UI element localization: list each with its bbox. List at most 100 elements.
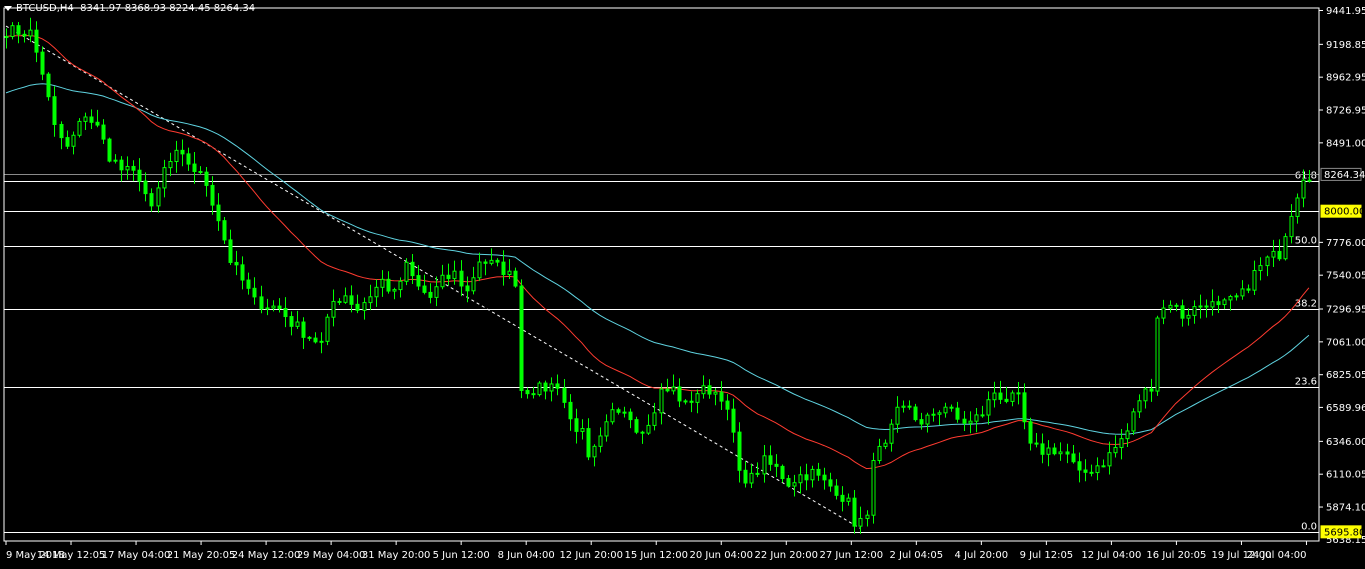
candle	[349, 285, 354, 313]
candle	[380, 270, 385, 297]
candle	[471, 266, 476, 295]
candle	[1040, 433, 1045, 464]
candle	[28, 17, 33, 43]
candle-body	[483, 261, 488, 264]
candle-body	[525, 389, 530, 395]
candle	[725, 394, 730, 421]
candle	[483, 259, 488, 276]
candle	[1071, 445, 1076, 464]
time-tick-label: 9 Jul 12:05	[1020, 550, 1074, 561]
candle	[101, 119, 106, 145]
candle	[131, 160, 136, 182]
candle-body	[598, 435, 603, 447]
candle	[40, 46, 45, 81]
time-tick-label: 16 Jul 20:05	[1146, 550, 1206, 561]
candle	[325, 313, 330, 346]
candle-body	[137, 169, 142, 182]
price-tag-5695-80: 5695.80	[1320, 525, 1365, 539]
time-tick-label: 21 May 20:05	[167, 550, 236, 561]
candle-body	[889, 423, 894, 444]
candle	[1252, 260, 1257, 295]
candle-body	[434, 286, 439, 298]
candle-body	[943, 406, 948, 414]
candle-body	[1301, 179, 1306, 199]
candle	[1246, 284, 1251, 294]
candle	[228, 229, 233, 266]
time-axis[interactable]: 9 May 201814 May 12:0517 May 04:0021 May…	[5, 541, 1307, 561]
candle-body	[768, 455, 773, 465]
candle	[355, 294, 360, 314]
candle	[277, 298, 282, 313]
candle-body	[780, 465, 785, 480]
candle-body	[180, 149, 185, 155]
candle	[549, 377, 554, 402]
candle-body	[695, 393, 700, 403]
candle	[592, 444, 597, 467]
candle-body	[1089, 471, 1094, 474]
candle	[586, 418, 591, 461]
candle-body	[313, 337, 318, 343]
candle-body	[289, 316, 294, 327]
candle	[913, 403, 918, 422]
candle-body	[925, 414, 930, 425]
candle-body	[846, 497, 851, 502]
candle	[689, 391, 694, 413]
candle	[622, 406, 627, 418]
candle-body	[1246, 288, 1251, 291]
candle-body	[1107, 452, 1112, 467]
candle	[774, 454, 779, 478]
candle-body	[865, 514, 870, 519]
candle	[1052, 443, 1057, 456]
candle-body	[804, 474, 809, 481]
candle-body	[1216, 301, 1221, 306]
fibonacci-levels: 0.0 23.6 38.2 50.0 61.8	[4, 171, 1319, 533]
candle-body	[495, 259, 500, 263]
candle	[1131, 408, 1136, 436]
candle-body	[95, 121, 100, 126]
candle-body	[22, 33, 27, 37]
candle	[537, 381, 542, 397]
candle	[719, 381, 724, 411]
candle	[77, 118, 82, 138]
candle-body	[852, 497, 857, 527]
candle	[404, 258, 409, 286]
candle-body	[628, 411, 633, 421]
candle-body	[307, 336, 312, 339]
candle-body	[65, 137, 70, 147]
candle-body	[277, 305, 282, 309]
candle-body	[659, 388, 664, 414]
candle-body	[240, 264, 245, 281]
candle-body	[1277, 250, 1282, 260]
candle	[780, 464, 785, 483]
candle-body	[1283, 236, 1288, 260]
candle-body	[34, 29, 39, 53]
candle-body	[119, 159, 124, 171]
candle-body	[1155, 317, 1160, 392]
candle-body	[1071, 453, 1076, 463]
time-tick-label: 20 Jun 04:00	[689, 550, 753, 561]
candle-body	[28, 29, 33, 37]
candle-body	[1252, 270, 1257, 291]
candle-body	[671, 386, 676, 392]
candle	[374, 279, 379, 307]
candle-body	[89, 116, 94, 123]
candle-body	[762, 455, 767, 475]
candle	[174, 140, 179, 173]
candle-body	[683, 400, 688, 403]
candle-body	[677, 386, 682, 402]
price-chart[interactable]: 0.0 23.6 38.2 50.0 61.8 5874.10 6110.05 6346.0…	[0, 0, 1365, 569]
candle	[83, 112, 88, 130]
candle-body	[416, 275, 421, 287]
candle-body	[210, 184, 215, 206]
candle-body	[955, 407, 960, 420]
price-tick-label: 9441.95	[1326, 6, 1365, 17]
candle	[319, 332, 324, 354]
trendline[interactable]	[5, 25, 861, 529]
candle	[162, 159, 167, 198]
candle-body	[156, 187, 161, 207]
candle	[513, 267, 518, 288]
candle	[1186, 308, 1191, 326]
candle	[1022, 383, 1027, 430]
price-axis[interactable]: 5874.10 6110.05 6346.00 6589.96 6825.05 7061.…	[1319, 6, 1365, 546]
candle-body	[998, 392, 1003, 400]
